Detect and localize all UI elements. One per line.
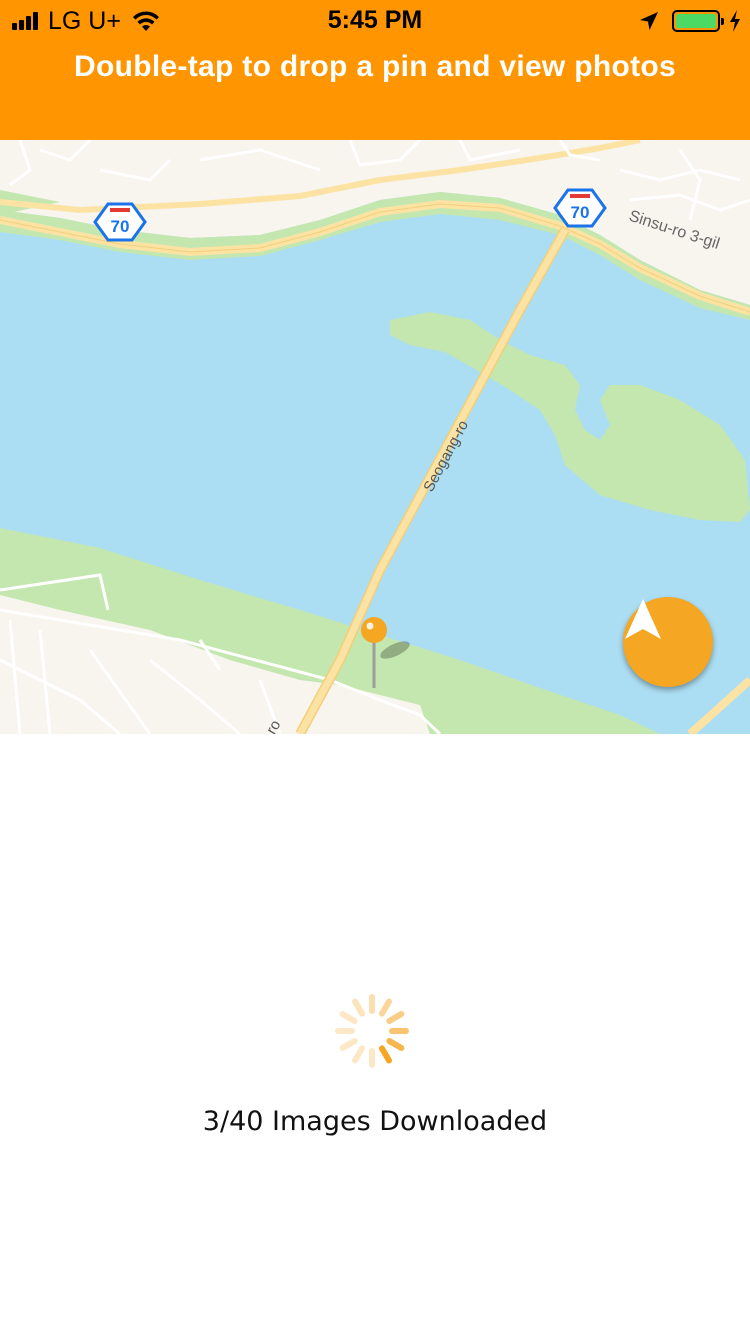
navigation-arrow-icon — [625, 599, 661, 639]
highway-shield-number: 70 — [111, 217, 130, 236]
locate-me-button[interactable] — [623, 597, 713, 687]
battery-icon — [672, 10, 724, 32]
download-progress-text: 3/40 Images Downloaded — [202, 1106, 548, 1137]
status-bar: LG U+ 5:45 PM — [0, 0, 750, 40]
page-title: Double-tap to drop a pin and view photos — [74, 50, 676, 83]
highway-shield-icon: 70 — [93, 202, 147, 242]
location-services-icon — [640, 12, 658, 30]
map-view[interactable]: Seogang-ro Sinsu-ro 3-gil ro 70 70 — [0, 140, 750, 734]
header-bar: LG U+ 5:45 PM Double-tap to drop a pin a… — [0, 0, 750, 140]
loading-spinner-icon — [335, 994, 409, 1068]
highway-shield-number: 70 — [571, 203, 590, 222]
highway-shield-icon: 70 — [553, 188, 607, 228]
battery-level — [676, 14, 716, 28]
road-label-seogang: Seogang-ro — [420, 418, 472, 495]
charging-bolt-icon — [730, 10, 740, 32]
